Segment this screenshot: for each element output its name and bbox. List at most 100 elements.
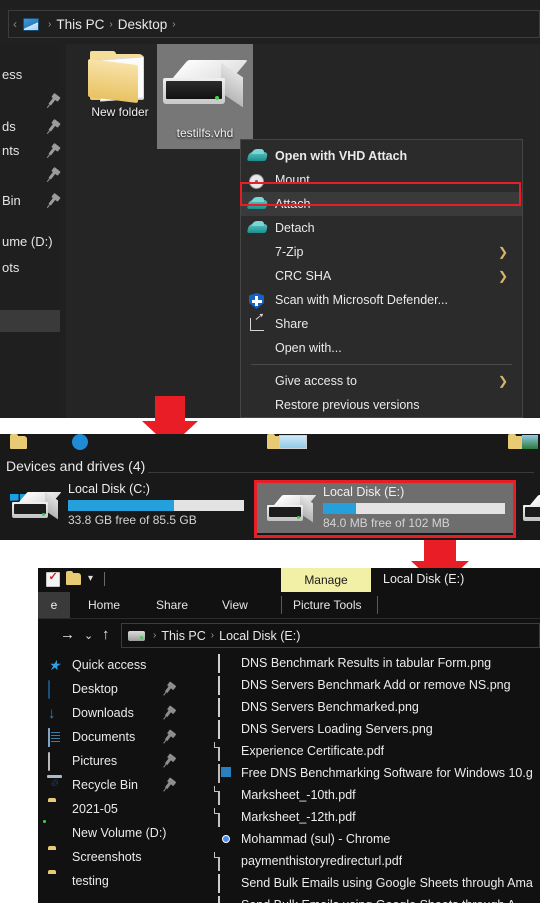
file-name-label: DNS Servers Benchmarked.png — [241, 700, 419, 714]
list-item[interactable]: Free DNS Benchmarking Software for Windo… — [178, 762, 540, 784]
sidebar-item-1[interactable] — [0, 88, 60, 113]
menu-item-label: Open with... — [275, 341, 342, 355]
pin-icon[interactable] — [164, 684, 173, 694]
ribbon-bottom-edge — [38, 618, 540, 619]
sidebar-item-documents[interactable]: nts — [0, 138, 60, 163]
customize-dropdown-icon[interactable]: ▾ — [88, 573, 93, 584]
arrow-up-icon[interactable]: ↑ — [102, 626, 110, 643]
list-item[interactable]: Send Bulk Emails using Google Sheets thr… — [178, 894, 540, 903]
ribbon-divider — [281, 596, 282, 614]
recycle-bin-icon — [48, 777, 65, 794]
menu-item-open-with-vhd-attach[interactable]: Open with VHD Attach — [241, 144, 522, 168]
sidebar-item-downloads[interactable]: ↓ Downloads — [38, 700, 178, 726]
empty-icon-slot — [247, 242, 269, 262]
menu-item-label: Attach — [275, 197, 311, 211]
breadcrumb-this-pc[interactable]: This PC — [56, 17, 104, 32]
sidebar-item-recycle-bin[interactable]: Bin — [0, 188, 60, 213]
properties-icon[interactable] — [46, 570, 60, 587]
new-folder-icon[interactable] — [66, 571, 81, 585]
address-bar[interactable]: › This PC › Local Disk (E:) — [121, 623, 540, 648]
menu-item-restore-previous-versions[interactable]: Restore previous versions — [241, 393, 522, 417]
list-item[interactable]: Marksheet_-10th.pdf — [178, 784, 540, 806]
sidebar-item-label: 2021-05 — [72, 802, 118, 816]
pin-icon[interactable] — [48, 196, 57, 205]
menu-item-crc-sha[interactable]: CRC SHA ❯ — [241, 264, 522, 288]
sidebar-item-quick-access[interactable]: ess — [0, 62, 60, 87]
sidebar-item-screenshots[interactable]: ots — [0, 255, 60, 280]
png-image-icon — [218, 720, 234, 739]
png-image-icon — [218, 676, 234, 695]
menu-item-label: Scan with Microsoft Defender... — [275, 293, 448, 307]
tab-view[interactable]: View — [222, 592, 248, 618]
list-item[interactable]: DNS Servers Benchmarked.png — [178, 696, 540, 718]
sidebar-item-new-volume[interactable]: ume (D:) — [0, 229, 60, 254]
menu-item-attach[interactable]: Attach — [241, 192, 522, 216]
tab-file[interactable]: e — [38, 592, 70, 618]
disc-icon — [247, 170, 269, 190]
list-item[interactable]: Send Bulk Emails using Google Sheets thr… — [178, 872, 540, 894]
pin-icon[interactable] — [48, 96, 57, 105]
list-item[interactable]: Mohammad (sul) - Chrome — [178, 828, 540, 850]
breadcrumb-desktop[interactable]: Desktop — [118, 17, 168, 32]
menu-item-label: Give access to — [275, 374, 357, 388]
menu-item-mount[interactable]: Mount — [241, 168, 522, 192]
pin-icon[interactable] — [164, 780, 173, 790]
list-item[interactable]: Marksheet_-12th.pdf — [178, 806, 540, 828]
contextual-tab-manage[interactable]: Manage — [281, 568, 371, 592]
sidebar-item-testing[interactable]: testing — [38, 868, 178, 894]
sidebar-item-downloads[interactable]: ds — [0, 114, 60, 139]
menu-item-detach[interactable]: Detach — [241, 216, 522, 240]
pdf-file-icon — [218, 742, 234, 761]
sidebar-item-documents[interactable]: Documents — [38, 724, 178, 750]
sidebar-item-pictures[interactable]: Pictures — [38, 748, 178, 774]
breadcrumb-this-pc[interactable]: This PC — [161, 629, 205, 643]
desktop-item-new-folder[interactable]: New folder — [72, 50, 168, 119]
arrow-right-icon[interactable]: → — [60, 626, 75, 643]
list-item[interactable]: DNS Servers Loading Servers.png — [178, 718, 540, 740]
menu-item-7-zip[interactable]: 7-Zip ❯ — [241, 240, 522, 264]
sidebar-scroll-thumb[interactable] — [0, 310, 60, 332]
drive-name-label: Local Disk (C:) — [68, 482, 150, 496]
sidebar-item-new-volume-d[interactable]: New Volume (D:) — [38, 820, 178, 846]
sidebar-item-2021-05[interactable]: 2021-05 — [38, 796, 178, 822]
menu-item-open-with[interactable]: Open with... — [241, 336, 522, 360]
pdf-file-icon — [218, 852, 234, 871]
menu-item-label: Detach — [275, 221, 315, 235]
pin-icon[interactable] — [48, 170, 57, 179]
sidebar-item-desktop[interactable]: Desktop — [38, 676, 178, 702]
pdf-file-icon — [218, 808, 234, 827]
pin-icon[interactable] — [48, 146, 57, 155]
chevron-down-icon[interactable]: ⌄ — [84, 629, 93, 642]
address-bar[interactable]: ‹ › This PC › Desktop › — [8, 10, 540, 38]
sidebar-item-recycle-bin[interactable]: Recycle Bin — [38, 772, 178, 798]
list-item[interactable]: DNS Benchmark Results in tabular Form.pn… — [178, 652, 540, 674]
pin-icon[interactable] — [164, 756, 173, 766]
sidebar-item-label: Bin — [2, 193, 21, 208]
menu-item-give-access-to[interactable]: Give access to ❯ — [241, 369, 522, 393]
breadcrumb-local-disk-e[interactable]: Local Disk (E:) — [219, 629, 300, 643]
chevron-right-icon: › — [210, 630, 215, 641]
list-item[interactable]: paymenthistoryredirecturl.pdf — [178, 850, 540, 872]
pin-icon[interactable] — [164, 732, 173, 742]
menu-separator — [251, 364, 512, 365]
back-chevron-icon[interactable]: ‹ — [13, 17, 17, 31]
group-header-rule — [148, 472, 534, 473]
sidebar-item-label: nts — [2, 143, 20, 158]
tab-share[interactable]: Share — [156, 592, 188, 618]
tab-home[interactable]: Home — [88, 592, 120, 618]
desktop-item-testilfs-vhd[interactable]: testilfs.vhd — [157, 44, 253, 149]
list-item[interactable]: DNS Servers Benchmark Add or remove NS.p… — [178, 674, 540, 696]
drive-tile-clipped[interactable] — [521, 483, 540, 533]
menu-item-scan-with-defender[interactable]: Scan with Microsoft Defender... — [241, 288, 522, 312]
menu-item-share[interactable]: Share — [241, 310, 522, 336]
sidebar-item-pictures[interactable] — [0, 162, 60, 187]
drive-tile-local-disk-c[interactable]: Local Disk (C:) 33.8 GB free of 85.5 GB — [6, 480, 246, 530]
sidebar-item-screenshots[interactable]: Screenshots — [38, 844, 178, 870]
pin-icon[interactable] — [164, 708, 173, 718]
sidebar-item-quick-access[interactable]: ★ Quick access — [38, 652, 178, 678]
tab-picture-tools[interactable]: Picture Tools — [293, 592, 361, 618]
list-item[interactable]: Experience Certificate.pdf — [178, 740, 540, 762]
hard-drive-icon — [163, 60, 248, 116]
blue-circle-icon — [72, 434, 88, 450]
pin-icon[interactable] — [48, 122, 57, 131]
